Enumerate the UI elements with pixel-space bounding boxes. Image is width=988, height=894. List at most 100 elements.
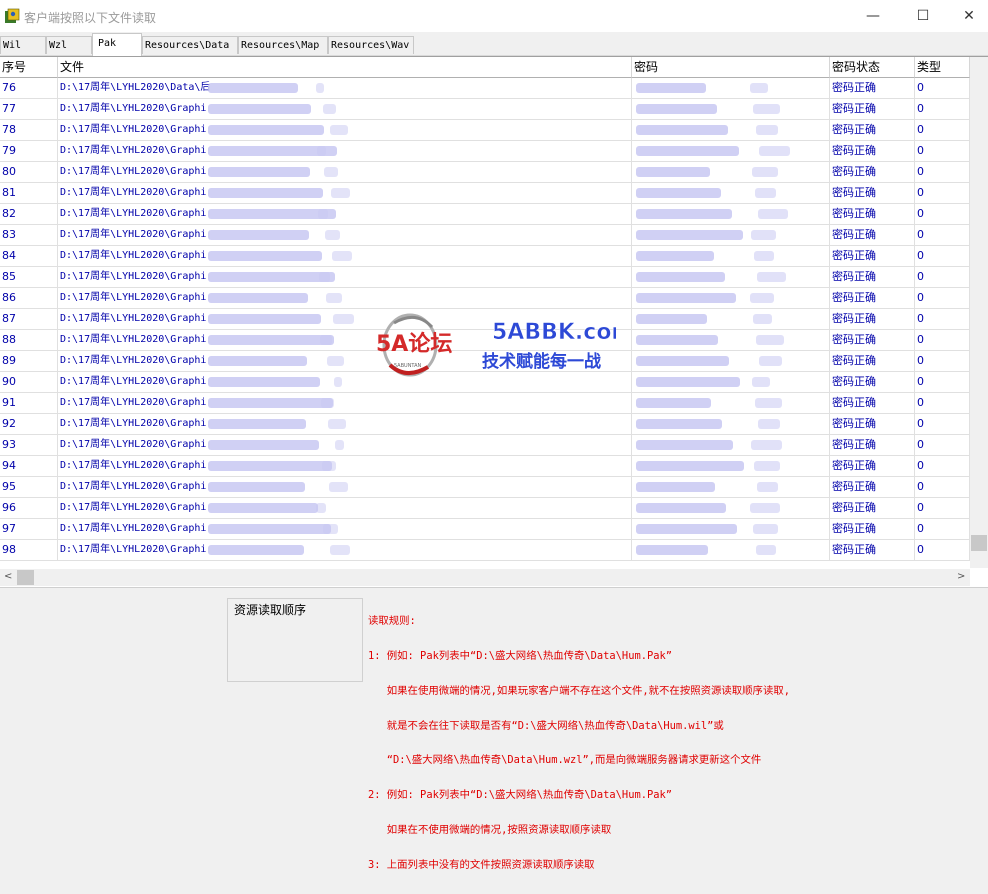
redacted-blur [752, 377, 770, 387]
table-row[interactable]: 95 D:\17周年\LYHL2020\Graphi 密码正确 0 [0, 477, 970, 498]
cell-file: D:\17周年\LYHL2020\Graphi [58, 414, 632, 435]
tab-strip: Wil Wzl Pak Resources\Data Resources\Map… [0, 33, 988, 56]
redacted-blur [636, 314, 707, 324]
column-header-password[interactable]: 密码 [632, 57, 830, 78]
cell-file: D:\17周年\LYHL2020\Graphi [58, 540, 632, 561]
cell-type: 0 [915, 288, 970, 309]
redacted-blur [636, 377, 740, 387]
cell-file: D:\17周年\LYHL2020\Graphi [58, 246, 632, 267]
redacted-blur [750, 293, 774, 303]
table-row[interactable]: 97 D:\17周年\LYHL2020\Graphi 密码正确 0 [0, 519, 970, 540]
redacted-blur [636, 209, 732, 219]
table-row[interactable]: 94 D:\17周年\LYHL2020\Graphi 密码正确 0 [0, 456, 970, 477]
redacted-blur [636, 461, 744, 471]
column-header-file[interactable]: 文件 [58, 57, 632, 78]
cell-type: 0 [915, 477, 970, 498]
table-row[interactable]: 76 D:\17周年\LYHL2020\Data\后 密码正确 0 [0, 78, 970, 99]
scroll-left-icon[interactable]: < [4, 571, 12, 582]
table-row[interactable]: 83 D:\17周年\LYHL2020\Graphi 密码正确 0 [0, 225, 970, 246]
scroll-right-icon[interactable]: > [957, 571, 965, 582]
maximize-button[interactable]: ☐ [900, 0, 946, 32]
redacted-blur [759, 146, 790, 156]
redacted-blur [753, 314, 772, 324]
table-row[interactable]: 98 D:\17周年\LYHL2020\Graphi 密码正确 0 [0, 540, 970, 561]
redacted-blur [636, 503, 726, 513]
table-row[interactable]: 84 D:\17周年\LYHL2020\Graphi 密码正确 0 [0, 246, 970, 267]
cell-file-text: D:\17周年\LYHL2020\Graphi [60, 250, 207, 261]
table-row[interactable]: 91 D:\17周年\LYHL2020\Graphi 密码正确 0 [0, 393, 970, 414]
minimize-button[interactable]: — [850, 0, 896, 32]
table-row[interactable]: 85 D:\17周年\LYHL2020\Graphi 密码正确 0 [0, 267, 970, 288]
cell-status: 密码正确 [830, 267, 915, 288]
table-row[interactable]: 79 D:\17周年\LYHL2020\Graphi 密码正确 0 [0, 141, 970, 162]
cell-password [632, 414, 830, 435]
redacted-blur [333, 314, 354, 324]
cell-status: 密码正确 [830, 372, 915, 393]
resource-order-box[interactable]: 资源读取顺序 [227, 598, 363, 682]
cell-password [632, 204, 830, 225]
cell-file: D:\17周年\LYHL2020\Graphi [58, 225, 632, 246]
close-icon: ✕ [963, 8, 975, 24]
redacted-blur [636, 419, 722, 429]
cell-status: 密码正确 [830, 330, 915, 351]
redacted-blur [208, 125, 324, 135]
cell-type: 0 [915, 540, 970, 561]
redacted-blur [208, 440, 319, 450]
title-bar: 客户端按照以下文件读取 — ☐ ✕ [0, 0, 988, 32]
cell-seq: 88 [0, 330, 58, 351]
tab-wzl[interactable]: Wzl [46, 36, 92, 54]
cell-file-text: D:\17周年\LYHL2020\Graphi [60, 481, 207, 492]
horizontal-scroll-thumb[interactable] [17, 570, 34, 585]
redacted-blur [636, 272, 725, 282]
cell-password [632, 477, 830, 498]
tab-resources-wav[interactable]: Resources\Wav [328, 36, 414, 54]
vertical-scroll-thumb[interactable] [971, 535, 987, 551]
tab-resources-map[interactable]: Resources\Map [238, 36, 328, 54]
cell-file-text: D:\17周年\LYHL2020\Graphi [60, 334, 207, 345]
cell-status: 密码正确 [830, 435, 915, 456]
tab-pak[interactable]: Pak [92, 33, 142, 56]
table-row[interactable]: 96 D:\17周年\LYHL2020\Graphi 密码正确 0 [0, 498, 970, 519]
tab-resources-data[interactable]: Resources\Data [142, 36, 238, 54]
read-rules-text: 读取规则: 1: 例如: Pak列表中“D:\盛大网络\热血传奇\Data\Hu… [368, 593, 790, 894]
vertical-scrollbar[interactable] [970, 57, 988, 568]
table-row[interactable]: 92 D:\17周年\LYHL2020\Graphi 密码正确 0 [0, 414, 970, 435]
close-button[interactable]: ✕ [946, 0, 988, 32]
tab-wil[interactable]: Wil [0, 36, 46, 54]
redacted-blur [756, 335, 784, 345]
cell-password [632, 435, 830, 456]
column-header-type[interactable]: 类型 [915, 57, 970, 78]
cell-type: 0 [915, 456, 970, 477]
redacted-blur [317, 146, 326, 156]
column-header-seq[interactable]: 序号 [0, 57, 58, 78]
table-row[interactable]: 81 D:\17周年\LYHL2020\Graphi 密码正确 0 [0, 183, 970, 204]
table-row[interactable]: 77 D:\17周年\LYHL2020\Graphi 密码正确 0 [0, 99, 970, 120]
redacted-blur [324, 167, 338, 177]
redacted-blur [758, 419, 780, 429]
redacted-blur [328, 419, 346, 429]
table-row[interactable]: 80 D:\17周年\LYHL2020\Graphi 密码正确 0 [0, 162, 970, 183]
horizontal-scrollbar[interactable]: < > [0, 569, 970, 586]
redacted-blur [750, 83, 768, 93]
redacted-blur [208, 83, 298, 93]
redacted-blur [636, 188, 721, 198]
cell-seq: 92 [0, 414, 58, 435]
minimize-icon: — [866, 8, 880, 24]
cell-password [632, 330, 830, 351]
cell-type: 0 [915, 141, 970, 162]
cell-password [632, 267, 830, 288]
watermark-site-text: 5ABBK.com [492, 320, 616, 345]
column-header-status[interactable]: 密码状态 [830, 57, 915, 78]
cell-file-text: D:\17周年\LYHL2020\Graphi [60, 187, 207, 198]
redacted-blur [326, 293, 342, 303]
cell-status: 密码正确 [830, 456, 915, 477]
redacted-blur [325, 230, 340, 240]
app-icon [5, 8, 20, 23]
table-row[interactable]: 78 D:\17周年\LYHL2020\Graphi 密码正确 0 [0, 120, 970, 141]
cell-file: D:\17周年\LYHL2020\Graphi [58, 183, 632, 204]
cell-file-text: D:\17周年\LYHL2020\Graphi [60, 103, 207, 114]
cell-file-text: D:\17周年\LYHL2020\Graphi [60, 376, 207, 387]
table-row[interactable]: 93 D:\17周年\LYHL2020\Graphi 密码正确 0 [0, 435, 970, 456]
cell-file: D:\17周年\LYHL2020\Data\后 [58, 78, 632, 99]
table-row[interactable]: 82 D:\17周年\LYHL2020\Graphi 密码正确 0 [0, 204, 970, 225]
